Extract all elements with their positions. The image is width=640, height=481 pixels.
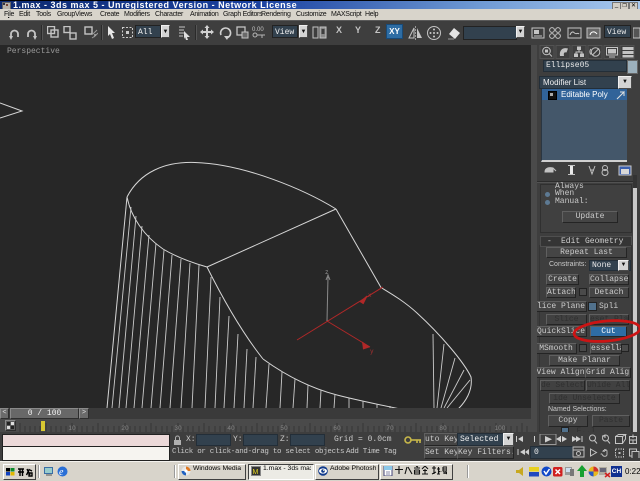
svg-text:50: 50 [280,425,288,432]
svg-text:x: x [368,292,372,299]
svg-text:10: 10 [68,425,76,432]
svg-text:y: y [370,348,374,355]
svg-text:100: 100 [495,425,506,432]
svg-text:e: e [59,467,64,477]
svg-text:0.00: 0.00 [252,27,264,33]
svg-text:20: 20 [121,425,129,432]
svg-text:40: 40 [227,425,235,432]
svg-text:z: z [325,269,329,276]
svg-text:60: 60 [333,425,341,432]
svg-text:M: M [253,469,259,476]
svg-text:30: 30 [174,425,182,432]
svg-text:80: 80 [439,425,447,432]
svg-text:70: 70 [386,425,394,432]
